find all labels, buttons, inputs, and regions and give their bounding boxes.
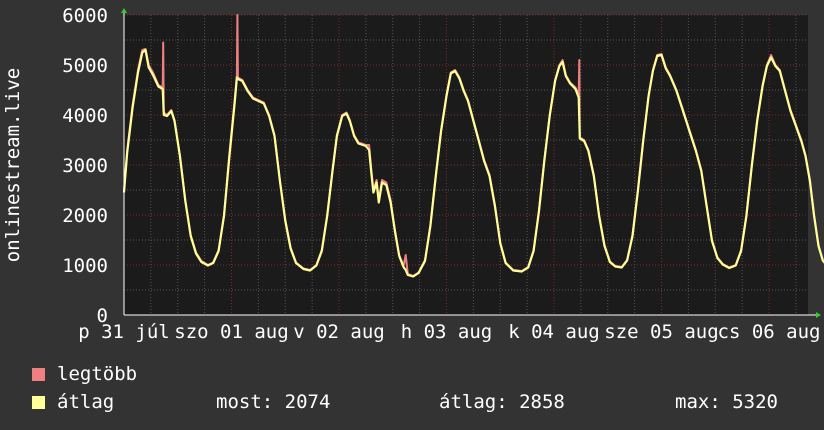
- y-tick-label: 5000: [62, 55, 108, 77]
- x-tick-label: sze 05 aug: [604, 321, 718, 343]
- legend-avg-label: átlag: [57, 391, 115, 413]
- stat-max: max: 5320: [675, 391, 778, 413]
- y-tick-label: 3000: [62, 155, 108, 177]
- x-axis-arrow-icon: [816, 312, 821, 318]
- y-tick-label: 1000: [62, 255, 108, 277]
- x-tick-label: cs 06 aug: [718, 321, 821, 343]
- legend-max-label: legtöbb: [57, 363, 138, 385]
- legend-avg: átlag: [32, 391, 114, 413]
- x-tick-label: k 04 aug: [508, 321, 600, 343]
- x-tick-label: v 02 aug: [293, 321, 385, 343]
- x-tick-label: h 03 aug: [401, 321, 493, 343]
- x-tick-label: szo 01 aug: [174, 321, 288, 343]
- y-tick-label: 4000: [62, 105, 108, 127]
- y-axis-label: onlinestream.live: [2, 68, 24, 262]
- legend-max: legtöbb: [32, 363, 137, 385]
- stat-now: most: 2074: [216, 391, 331, 413]
- y-axis-arrow-icon: [121, 8, 127, 13]
- x-tick-labels: p 31 júl szo 01 aug v 02 aug h 03 aug k 04 a…: [78, 321, 820, 343]
- y-tick-label: 2000: [62, 205, 108, 227]
- y-tick-labels: 0100020003000400050006000: [62, 5, 108, 327]
- y-tick-label: 6000: [62, 5, 108, 27]
- stat-avg: átlag: 2858: [439, 391, 565, 413]
- legend-avg-swatch: [32, 396, 45, 409]
- legend-max-swatch: [32, 368, 45, 381]
- x-tick-label: p 31 júl: [78, 321, 170, 343]
